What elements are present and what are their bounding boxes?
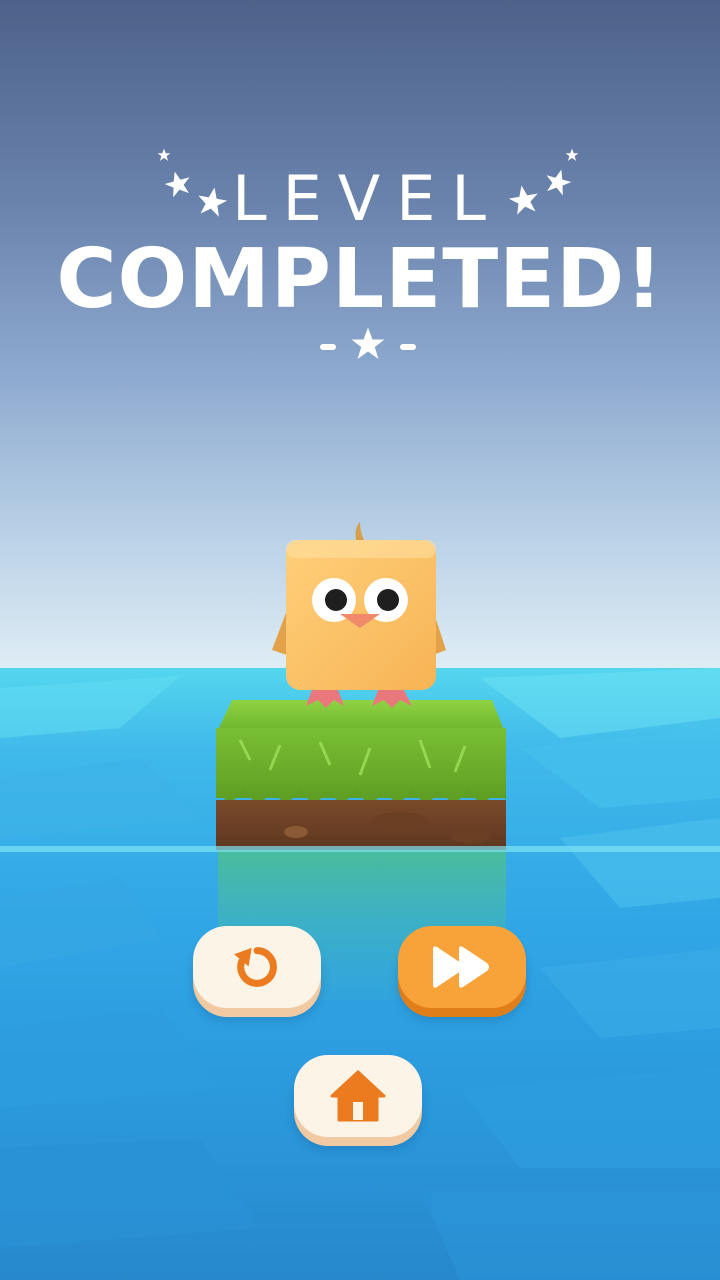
restart-button[interactable] bbox=[193, 926, 321, 1008]
next-level-button[interactable] bbox=[398, 926, 526, 1008]
chick-character bbox=[272, 522, 446, 708]
restart-icon bbox=[234, 947, 277, 987]
grass-block-front bbox=[216, 728, 506, 798]
grass-block-top bbox=[218, 700, 504, 730]
fast-forward-icon bbox=[433, 946, 489, 988]
home-button[interactable] bbox=[294, 1055, 422, 1137]
dirt-layer bbox=[216, 800, 506, 850]
home-icon bbox=[330, 1070, 386, 1122]
